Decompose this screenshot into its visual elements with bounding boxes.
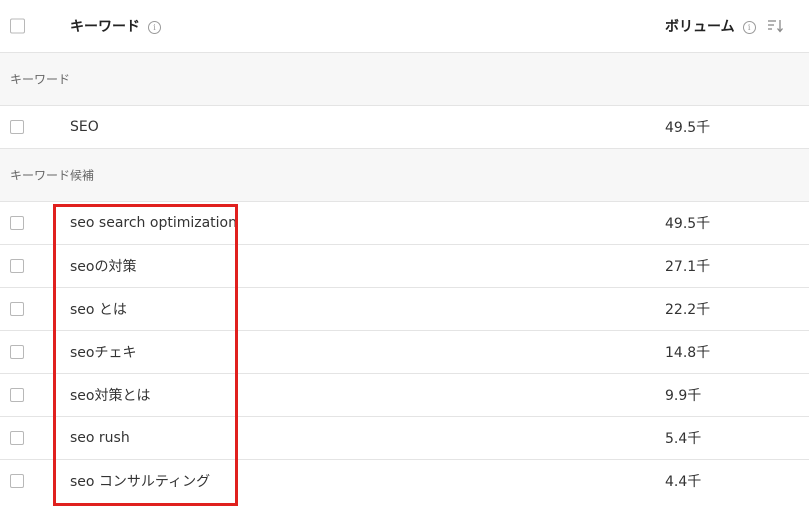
row-checkbox[interactable] — [10, 474, 24, 488]
table-row[interactable]: seo rush 5.4千 — [0, 417, 809, 460]
table-row[interactable]: seoの対策 27.1千 — [0, 245, 809, 288]
row-checkbox[interactable] — [10, 216, 24, 230]
volume-column-header[interactable]: ボリューム i — [665, 16, 756, 36]
volume-cell: 22.2千 — [665, 302, 711, 318]
table-row[interactable]: SEO 49.5千 — [0, 106, 809, 149]
volume-cell: 27.1千 — [665, 259, 711, 275]
volume-cell: 49.5千 — [665, 216, 711, 232]
row-checkbox[interactable] — [10, 431, 24, 445]
row-checkbox[interactable] — [10, 345, 24, 359]
row-checkbox[interactable] — [10, 302, 24, 316]
table-row[interactable]: seo とは 22.2千 — [0, 288, 809, 331]
keyword-cell[interactable]: seoチェキ — [70, 342, 136, 362]
volume-cell: 4.4千 — [665, 474, 702, 490]
table-row[interactable]: seo対策とは 9.9千 — [0, 374, 809, 417]
volume-cell: 5.4千 — [665, 431, 702, 447]
section-label: キーワード — [10, 72, 71, 87]
info-icon[interactable]: i — [742, 20, 756, 34]
volume-cell: 14.8千 — [665, 345, 711, 361]
keyword-cell[interactable]: SEO — [70, 119, 99, 135]
row-checkbox[interactable] — [10, 388, 24, 402]
sort-descending-icon[interactable] — [767, 19, 785, 33]
volume-header-label: ボリューム — [665, 19, 735, 35]
table-header: キーワード i ボリューム i — [0, 0, 809, 53]
info-icon[interactable]: i — [148, 20, 161, 34]
select-all-checkbox[interactable] — [10, 18, 25, 34]
keyword-cell[interactable]: seoの対策 — [70, 256, 136, 276]
table-row[interactable]: seo search optimization 49.5千 — [0, 202, 809, 245]
keyword-cell[interactable]: seo とは — [70, 299, 127, 319]
section-header-suggestions: キーワード候補 — [0, 149, 809, 202]
keyword-cell[interactable]: seo rush — [70, 430, 130, 446]
keyword-column-header[interactable]: キーワード i — [70, 16, 161, 36]
keyword-cell[interactable]: seo search optimization — [70, 215, 237, 231]
keyword-cell[interactable]: seo コンサルティング — [70, 471, 210, 491]
row-checkbox[interactable] — [10, 120, 24, 134]
section-label: キーワード候補 — [10, 168, 95, 183]
table-row[interactable]: seoチェキ 14.8千 — [0, 331, 809, 374]
table-row[interactable]: seo コンサルティング 4.4千 — [0, 460, 809, 502]
volume-cell: 9.9千 — [665, 388, 702, 404]
row-checkbox[interactable] — [10, 259, 24, 273]
volume-cell: 49.5千 — [665, 120, 711, 136]
keyword-header-label: キーワード — [70, 19, 140, 35]
keyword-table: キーワード i ボリューム i キーワード SEO 49.5千 キーワード候補 se… — [0, 0, 809, 502]
keyword-cell[interactable]: seo対策とは — [70, 385, 150, 405]
section-header-keywords: キーワード — [0, 53, 809, 106]
